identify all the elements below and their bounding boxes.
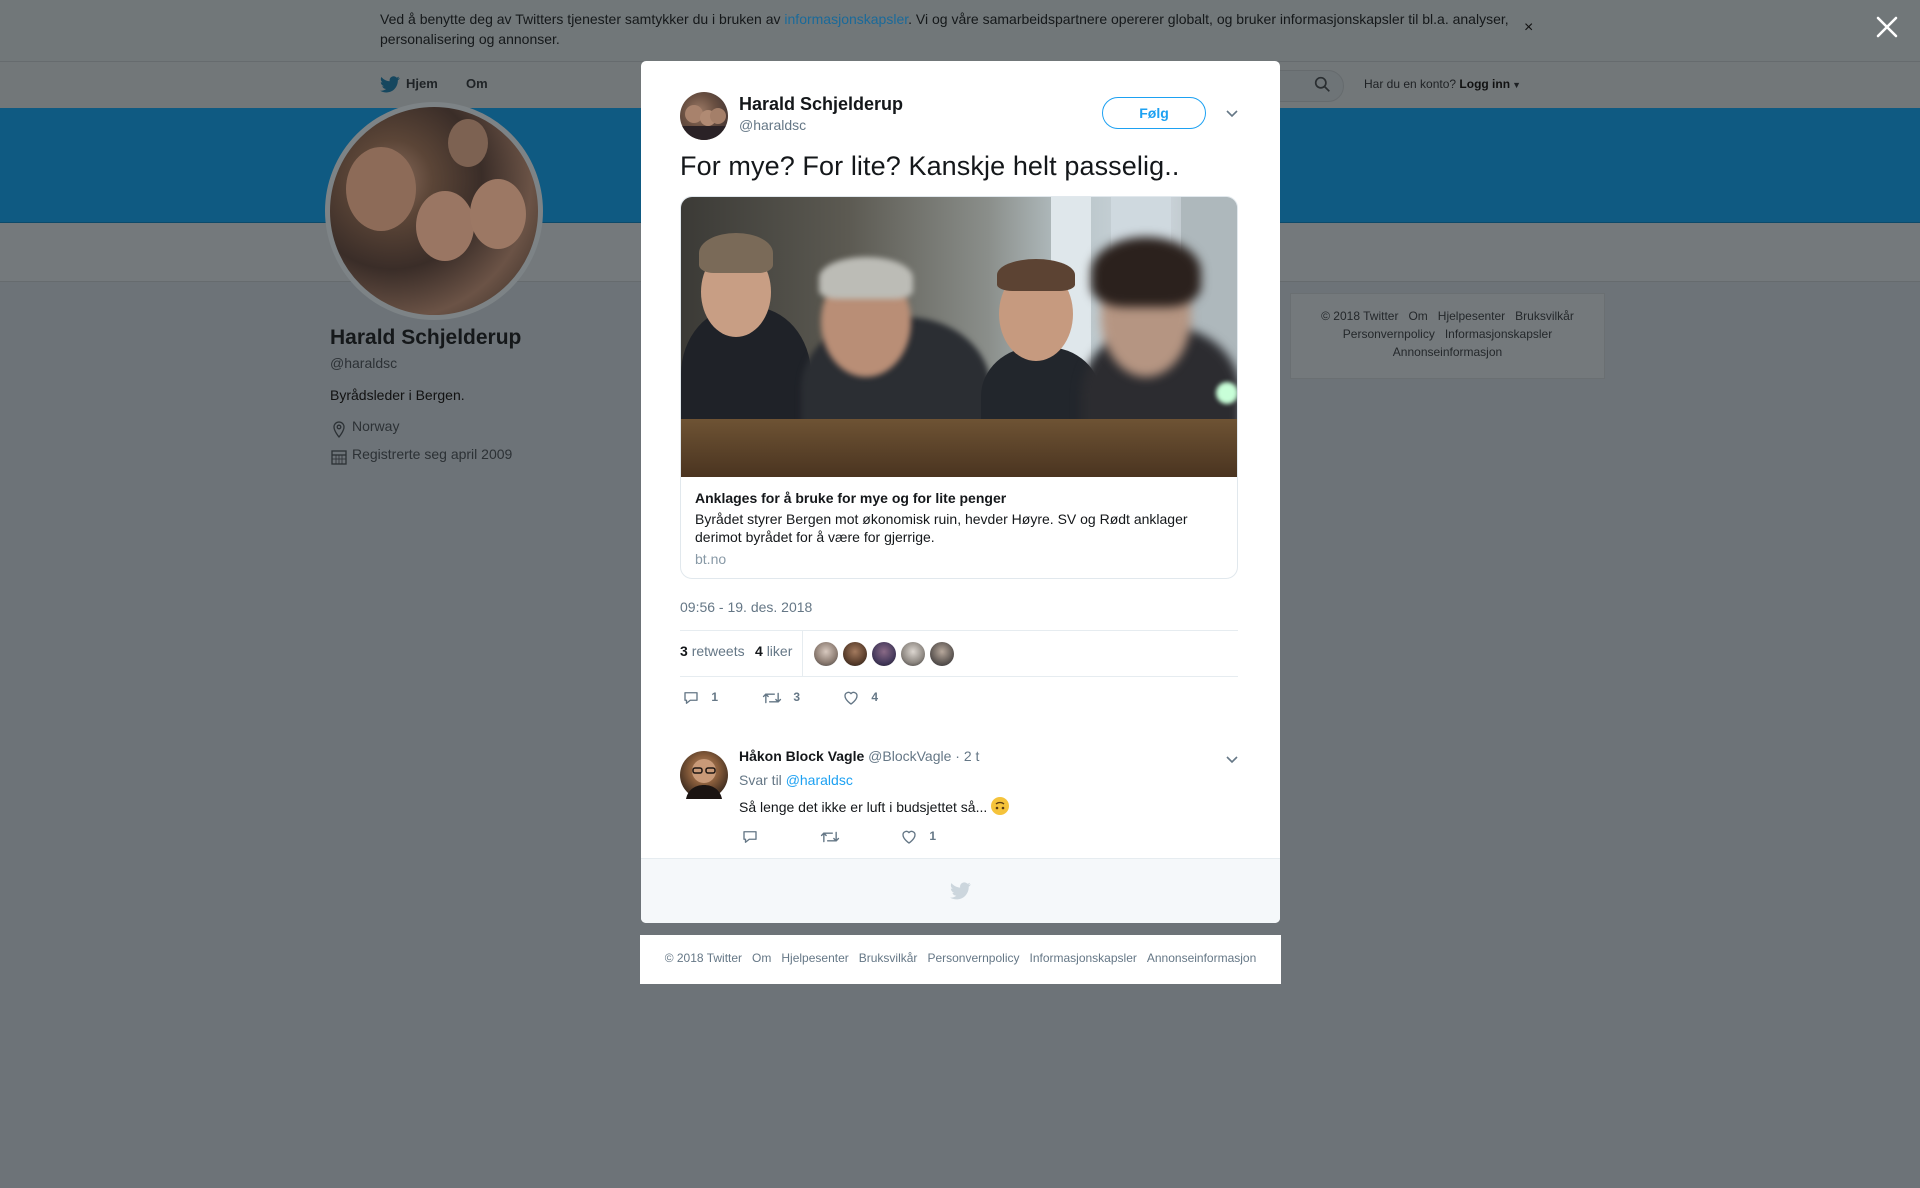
reply-time[interactable]: · 2 t: [955, 748, 979, 764]
retweets-label: retweets: [691, 643, 745, 659]
like-action[interactable]: 4: [842, 689, 878, 707]
card-domain: bt.no: [695, 551, 727, 567]
profile-avatar[interactable]: [325, 102, 543, 320]
tweet-text: For mye? For lite? Kanskje helt passelig…: [680, 151, 1180, 181]
heart-icon[interactable]: [842, 689, 860, 707]
like-count: 4: [871, 690, 879, 705]
link-card[interactable]: Anklages for å bruke for mye og for lite…: [680, 196, 1238, 579]
bottom-footer: © 2018 Twitter Om Hjelpesenter Bruksvilkår P…: [640, 935, 1281, 984]
sf-help[interactable]: Hjelpesenter: [1438, 309, 1505, 323]
tweet-modal: Harald Schjelderup @haraldsc Følg For my…: [641, 61, 1280, 923]
sf-ads-info[interactable]: Annonseinformasjon: [1393, 345, 1502, 359]
bf-help[interactable]: Hjelpesenter: [781, 951, 848, 965]
reply-author-handle[interactable]: @BlockVagle: [868, 748, 951, 764]
liker-avatar[interactable]: [872, 642, 896, 666]
reply-like-count: 1: [929, 829, 937, 844]
likes-label: liker: [766, 643, 793, 659]
bf-cookies[interactable]: Informasjonskapsler: [1029, 951, 1136, 965]
cookie-close-button[interactable]: ×: [1524, 18, 1533, 38]
liker-avatar[interactable]: [930, 642, 954, 666]
location-icon: [333, 421, 345, 438]
liker-avatar[interactable]: [901, 642, 925, 666]
likes-count: 4: [755, 643, 763, 659]
search-icon[interactable]: [1314, 76, 1331, 93]
profile-location: Norway: [352, 418, 400, 434]
bf-ads-info[interactable]: Annonseinformasjon: [1147, 951, 1256, 965]
reply-to-handle[interactable]: @haraldsc: [786, 772, 853, 788]
sf-terms[interactable]: Bruksvilkår: [1515, 309, 1574, 323]
reply-reply-action[interactable]: [741, 828, 759, 846]
card-image[interactable]: [681, 197, 1237, 477]
reply-icon[interactable]: [682, 689, 700, 707]
heart-icon[interactable]: [900, 828, 918, 846]
bf-terms[interactable]: Bruksvilkår: [859, 951, 918, 965]
chevron-down-icon[interactable]: ▼: [1512, 80, 1521, 90]
reply-to-line: Svar til @haraldsc: [739, 772, 853, 788]
tweet-stats: 3 retweets 4 liker: [680, 630, 1238, 677]
login-link[interactable]: Logg inn: [1459, 77, 1510, 91]
reply-action[interactable]: 1: [682, 689, 718, 707]
chevron-down-icon[interactable]: [1225, 753, 1239, 767]
modal-footer: [641, 858, 1280, 923]
sf-cookies[interactable]: Informasjonskapsler: [1445, 327, 1552, 341]
close-icon[interactable]: [1872, 12, 1902, 42]
bf-about[interactable]: Om: [752, 951, 771, 965]
reply-like-action[interactable]: 1: [900, 828, 936, 846]
retweet-icon[interactable]: [820, 828, 840, 846]
twitter-bird-icon[interactable]: [950, 882, 971, 900]
reply-icon[interactable]: [741, 828, 759, 846]
reply-author-avatar[interactable]: [680, 751, 728, 799]
bf-privacy[interactable]: Personvernpolicy: [927, 951, 1019, 965]
stats-divider: [802, 631, 803, 677]
tweet-author-avatar[interactable]: [680, 92, 728, 140]
profile-bio: Byrådsleder i Bergen.: [330, 387, 465, 403]
profile-name[interactable]: Harald Schjelderup: [330, 326, 521, 350]
tweet-author-name[interactable]: Harald Schjelderup: [739, 94, 903, 115]
tweet-timestamp[interactable]: 09:56 - 19. des. 2018: [680, 599, 812, 615]
sf-about[interactable]: Om: [1408, 309, 1427, 323]
liker-avatar[interactable]: [814, 642, 838, 666]
cookie-notice-text: Ved å benytte deg av Twitters tjenester …: [380, 9, 1530, 49]
twitter-bird-icon[interactable]: [380, 76, 400, 93]
tweet-author-handle[interactable]: @haraldsc: [739, 117, 806, 133]
chevron-down-icon[interactable]: [1225, 107, 1239, 121]
retweets-count: 3: [680, 643, 688, 659]
sf-copyright: © 2018 Twitter: [1321, 309, 1399, 323]
reply-to-label: Svar til: [739, 772, 782, 788]
sf-privacy[interactable]: Personvernpolicy: [1343, 327, 1435, 341]
card-description: Byrådet styrer Bergen mot økonomisk ruin…: [695, 511, 1188, 545]
login-prompt-text: Har du en konto?: [1364, 77, 1457, 91]
card-title[interactable]: Anklages for å bruke for mye og for lite…: [695, 490, 1006, 506]
profile-handle[interactable]: @haraldsc: [330, 355, 397, 371]
reply-text: Så lenge det ikke er luft i budsjettet s…: [739, 799, 988, 815]
reply-retweet-action[interactable]: [820, 828, 840, 846]
cookie-link[interactable]: informasjonskapsler: [784, 11, 908, 27]
reply-text-line: Så lenge det ikke er luft i budsjettet s…: [739, 797, 1010, 815]
login-area: Har du en konto? Logg inn ▼: [1364, 77, 1521, 91]
calendar-icon: [331, 450, 347, 465]
retweet-icon[interactable]: [762, 689, 782, 707]
follow-button[interactable]: Følg: [1102, 97, 1206, 129]
cookie-text-start: Ved å benytte deg av Twitters tjenester …: [380, 11, 785, 27]
reply-header: Håkon Block Vagle @BlockVagle · 2 t: [739, 748, 979, 764]
liker-avatar[interactable]: [843, 642, 867, 666]
retweets-stat[interactable]: 3 retweets: [680, 643, 745, 659]
bf-copyright: © 2018 Twitter: [664, 951, 743, 965]
reply-count: 1: [711, 690, 719, 705]
side-footer: © 2018 Twitter Om Hjelpesenter Bruksvilkår …: [1290, 293, 1605, 379]
upside-down-face-emoji: [991, 797, 1010, 815]
retweet-action[interactable]: 3: [762, 689, 800, 707]
reply-author-name[interactable]: Håkon Block Vagle: [739, 748, 864, 764]
nav-about[interactable]: Om: [466, 76, 488, 91]
profile-joined: Registrerte seg april 2009: [352, 446, 513, 462]
retweet-count: 3: [793, 690, 801, 705]
likes-stat[interactable]: 4 liker: [755, 643, 792, 659]
nav-home[interactable]: Hjem: [406, 76, 438, 91]
